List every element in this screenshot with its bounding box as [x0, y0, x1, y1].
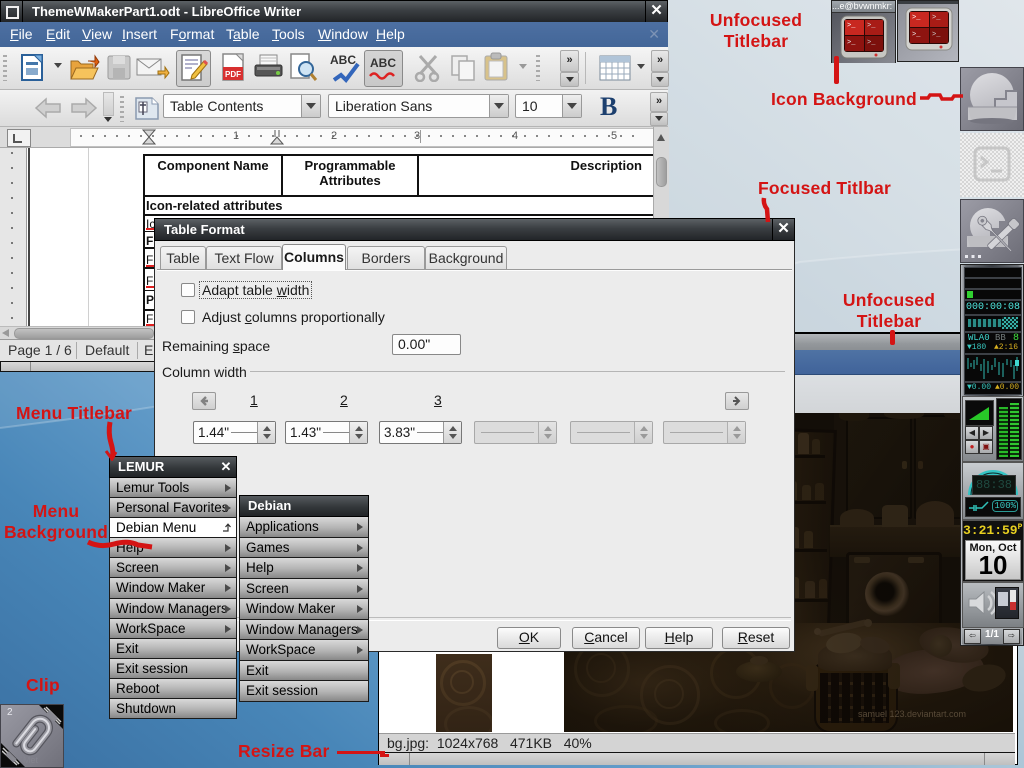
- svg-text:>_: >_: [847, 39, 856, 47]
- svg-text:>_: >_: [867, 39, 876, 47]
- svg-text:ABC: ABC: [330, 53, 356, 67]
- svg-text:PDF: PDF: [225, 70, 241, 79]
- svg-text:>_: >_: [912, 14, 921, 22]
- svg-text:>_: >_: [867, 22, 876, 30]
- svg-text:>_: >_: [847, 22, 856, 30]
- svg-text:ABC: ABC: [370, 56, 396, 70]
- svg-text:>_: >_: [932, 14, 941, 22]
- svg-text:>_: >_: [912, 31, 921, 39]
- svg-text:>_: >_: [932, 31, 941, 39]
